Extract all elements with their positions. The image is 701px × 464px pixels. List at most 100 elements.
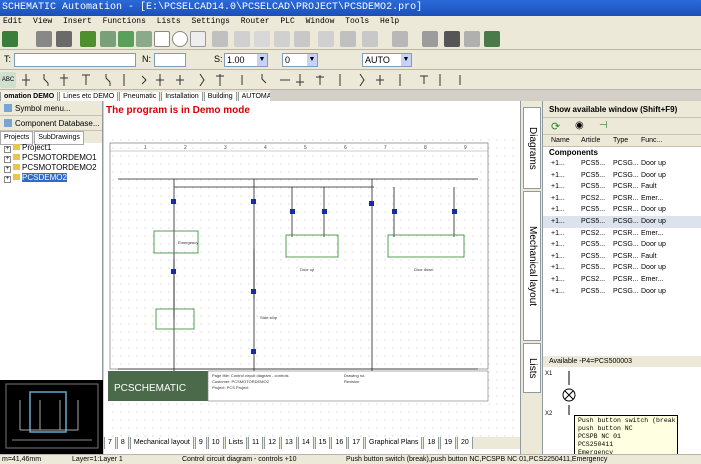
page-tab[interactable]: 9	[194, 437, 207, 449]
page-tab[interactable]: Lists	[224, 437, 247, 449]
col-func[interactable]: Func...	[641, 135, 662, 147]
refresh-icon[interactable]: ⟳	[551, 120, 560, 133]
table-row[interactable]: +1... PCS5... PCSR... Door up	[543, 204, 701, 216]
tree-item[interactable]: + PCSMOTORDEMO2	[4, 163, 102, 173]
page-tab[interactable]: 11	[247, 437, 264, 449]
calculator-icon[interactable]	[444, 31, 460, 47]
col-type[interactable]: Type	[613, 135, 628, 147]
page-tab[interactable]: 16	[331, 437, 348, 449]
page-tab[interactable]: 17	[348, 437, 365, 449]
rotate-icon[interactable]	[340, 31, 356, 47]
tab-lines-demo[interactable]: Lines etc DEMO	[59, 92, 119, 101]
mirror-icon[interactable]	[318, 31, 334, 47]
auto-select[interactable]: AUTO ▼	[362, 53, 412, 67]
rectangle-icon[interactable]	[154, 31, 170, 47]
menu-functions[interactable]: Functions	[103, 17, 146, 26]
table-row[interactable]: +1... PCS5... PCSR... Door up	[543, 262, 701, 274]
symbol-menu-button[interactable]: Symbol menu...	[0, 101, 102, 116]
copy-icon[interactable]	[254, 31, 270, 47]
page-tab[interactable]: 10	[207, 437, 224, 449]
page-tab[interactable]: 18	[423, 437, 440, 449]
t-input[interactable]	[14, 53, 136, 67]
symbol-palette[interactable]	[20, 72, 490, 88]
col-name[interactable]: Name	[551, 135, 570, 147]
tab-building[interactable]: Building	[203, 92, 237, 101]
undo-icon[interactable]	[392, 31, 408, 47]
group-components[interactable]: Components	[543, 147, 701, 158]
chevron-down-icon[interactable]: ▼	[307, 54, 317, 66]
tree-item[interactable]: + PCSDEMO2	[4, 173, 102, 183]
print-icon[interactable]	[36, 31, 52, 47]
component-database-button[interactable]: Component Database...	[0, 116, 102, 131]
cell-article: PCS5...	[581, 252, 606, 260]
wire-tool-icon[interactable]	[118, 31, 134, 47]
tree-item[interactable]: + PCSMOTORDEMO1	[4, 153, 102, 163]
draw-tool-icon[interactable]	[80, 31, 96, 47]
abc-button[interactable]: ABC	[0, 72, 16, 88]
tab-installation[interactable]: Installation	[161, 92, 203, 101]
page-tab[interactable]: Mechanical layout	[129, 437, 194, 449]
schematic-page[interactable]: 123 456 789 Emergency Start stop Door up…	[104, 139, 520, 439]
tab-automation-demo[interactable]: omation DEMO	[0, 92, 59, 101]
line-tool-icon[interactable]	[100, 31, 116, 47]
page-tab[interactable]: 12	[264, 437, 281, 449]
n-input[interactable]	[154, 53, 186, 67]
circle-icon[interactable]	[172, 31, 188, 47]
menu-router[interactable]: Router	[241, 17, 270, 26]
move-icon[interactable]	[294, 31, 310, 47]
eye-icon[interactable]: ◉	[575, 120, 584, 131]
chevron-down-icon[interactable]: ▼	[257, 54, 267, 66]
menu-plc[interactable]: PLC	[280, 17, 294, 26]
table-row[interactable]: +1... PCS5... PCSG... Door up	[543, 239, 701, 251]
symbol-tool-icon[interactable]	[136, 31, 152, 47]
drawing-canvas[interactable]: The program is in Demo mode 123 456 789	[104, 101, 520, 454]
scale-select[interactable]: 1.00 ▼	[224, 53, 268, 67]
page-tab[interactable]: 15	[314, 437, 331, 449]
paste-icon[interactable]	[274, 31, 290, 47]
pen-icon[interactable]	[212, 31, 228, 47]
table-row[interactable]: +1... PCS5... PCSG... Door up	[543, 215, 701, 228]
table-row[interactable]: +1... PCS5... PCSR... Fault	[543, 181, 701, 193]
page-preview[interactable]	[0, 380, 103, 454]
table-row[interactable]: +1... PCS5... PCSG... Door up	[543, 158, 701, 170]
menu-view[interactable]: View	[33, 17, 52, 26]
place-icon[interactable]: ⊣	[599, 120, 608, 131]
page-icon[interactable]	[422, 31, 438, 47]
menu-edit[interactable]: Edit	[3, 17, 22, 26]
col-article[interactable]: Article	[581, 135, 600, 147]
chevron-down-icon[interactable]: ▼	[401, 54, 411, 66]
table-row[interactable]: +1... PCS2... PCSR... Emer...	[543, 228, 701, 240]
text-icon[interactable]	[190, 31, 206, 47]
menu-help[interactable]: Help	[380, 17, 399, 26]
table-row[interactable]: +1... PCS2... PCSR... Emer...	[543, 193, 701, 205]
page-tab[interactable]: 13	[281, 437, 297, 449]
tab-pneumatic[interactable]: Pneumatic	[119, 92, 161, 101]
print-preview-icon[interactable]	[56, 31, 72, 47]
cell-article: PCS2...	[581, 194, 606, 202]
open-icon[interactable]	[2, 31, 18, 47]
menu-window[interactable]: Window	[306, 17, 335, 26]
table-row[interactable]: +1... PCS5... PCSR... Fault	[543, 251, 701, 263]
tab-mechanical-layout[interactable]: Mechanical layout	[523, 191, 541, 341]
table-row[interactable]: +1... PCS5... PCSG... Door up	[543, 170, 701, 182]
database-icon[interactable]	[484, 31, 500, 47]
page-tab[interactable]: 19	[440, 437, 457, 449]
page-tab[interactable]: 7	[104, 437, 116, 449]
table-row[interactable]: +1... PCS2... PCSR... Emer...	[543, 274, 701, 286]
menu-insert[interactable]: Insert	[63, 17, 92, 26]
settings-icon[interactable]	[464, 31, 480, 47]
align-icon[interactable]	[362, 31, 378, 47]
layer-select[interactable]: 0 ▼	[282, 53, 318, 67]
tab-automation[interactable]: AUTOMATION	[237, 92, 270, 101]
page-tab[interactable]: 20	[457, 437, 473, 449]
page-tab[interactable]: 14	[297, 437, 314, 449]
menu-tools[interactable]: Tools	[345, 17, 369, 26]
page-tab[interactable]: Graphical Plans	[365, 437, 423, 449]
cut-icon[interactable]	[234, 31, 250, 47]
tab-diagrams[interactable]: Diagrams	[523, 107, 541, 189]
page-tab[interactable]: 8	[116, 437, 129, 449]
menu-settings[interactable]: Settings	[192, 17, 230, 26]
tab-lists[interactable]: Lists	[523, 343, 541, 393]
table-row[interactable]: +1... PCS5... PCSG... Door up	[543, 286, 701, 298]
menu-lists[interactable]: Lists	[157, 17, 181, 26]
